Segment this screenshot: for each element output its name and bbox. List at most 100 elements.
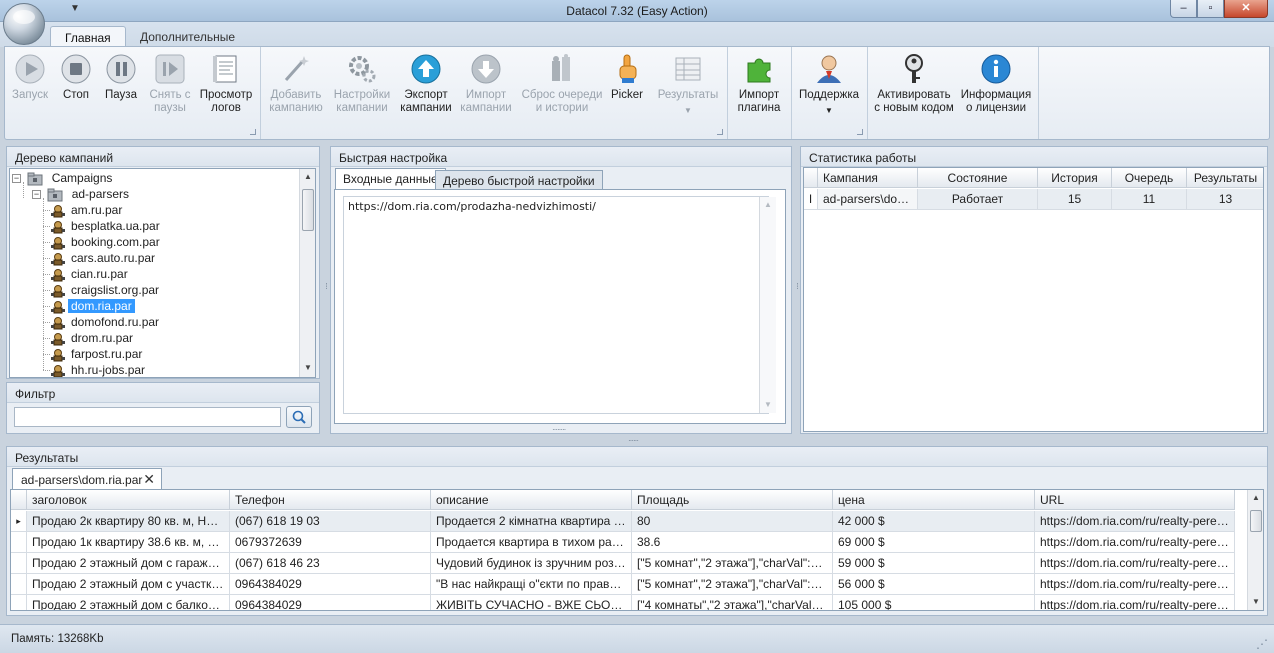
import-campaign-button[interactable]: Импорт кампании [459, 51, 513, 115]
tree-node-campaigns[interactable]: − Campaigns [12, 170, 115, 186]
results-col-header[interactable]: цена [833, 490, 1035, 510]
stats-cell-state[interactable]: Работает [918, 189, 1038, 210]
reset-queue-button[interactable]: Сброс очереди и истории [519, 51, 605, 115]
tree-node-ad-parsers[interactable]: − ad-parsers [32, 186, 132, 202]
group-launcher-icon[interactable] [250, 129, 256, 135]
tree-item[interactable]: cars.auto.ru.par [43, 250, 158, 266]
results-cell[interactable]: "В нас найкращі о"єкти по правильн... [431, 574, 632, 595]
input-scrollbar[interactable]: ▲ ▼ [759, 197, 776, 413]
stats-col-queue[interactable]: Очередь [1112, 168, 1187, 188]
results-cell[interactable]: https://dom.ria.com/ru/realty-perevir... [1035, 595, 1235, 610]
results-cell[interactable]: ЖИВІТЬ СУЧАСНО - ВЖЕ СЬОГОДНІ... [431, 595, 632, 610]
results-cell[interactable]: https://dom.ria.com/ru/realty-perevir... [1035, 511, 1235, 532]
stats-col-history[interactable]: История [1038, 168, 1112, 188]
application-menu-orb[interactable] [3, 3, 45, 45]
results-cell[interactable]: Продаю 2 этажный дом с балконом ... [27, 595, 230, 610]
results-cell[interactable]: (067) 618 46 23 [230, 553, 431, 574]
tree-item[interactable]: drom.ru.par [43, 330, 136, 346]
stats-cell-campaign[interactable]: ad-parsers\dom... [818, 189, 918, 210]
group-launcher-icon[interactable] [857, 129, 863, 135]
filter-search-button[interactable] [286, 406, 312, 428]
results-cell[interactable]: Чудовий будинок із зручним розташ... [431, 553, 632, 574]
tree-item[interactable]: am.ru.par [43, 202, 125, 218]
stats-cell-history[interactable]: 15 [1038, 189, 1112, 210]
results-cell[interactable]: https://dom.ria.com/ru/realty-perevir... [1035, 553, 1235, 574]
campaign-settings-button[interactable]: Настройки кампании [331, 51, 393, 115]
collapse-icon[interactable]: − [12, 174, 21, 184]
results-cell[interactable]: ["4 комнаты","2 этажа"],"charVal":4.... [632, 595, 833, 610]
panel-resize-grip[interactable]: ········ [552, 425, 566, 434]
view-logs-button[interactable]: Просмотр логов [199, 51, 253, 115]
horizontal-splitter[interactable]: ······ [628, 436, 639, 445]
results-cell[interactable]: 80 [632, 511, 833, 532]
results-col-header[interactable]: заголовок [27, 490, 230, 510]
scroll-down-icon[interactable]: ▼ [760, 397, 776, 413]
maximize-button[interactable]: ▫ [1197, 0, 1224, 18]
scroll-up-icon[interactable]: ▲ [760, 197, 776, 213]
stats-col-state[interactable]: Состояние [918, 168, 1038, 188]
license-info-button[interactable]: Информация о лицензии [960, 51, 1032, 115]
tab-additional[interactable]: Дополнительные [126, 26, 249, 47]
results-cell[interactable]: Продается квартира в тихом район... [431, 532, 632, 553]
results-cell[interactable]: 59 000 $ [833, 553, 1035, 574]
close-button[interactable]: ✕ [1224, 0, 1268, 18]
unpause-button[interactable]: Снять с паузы [145, 51, 195, 115]
picker-button[interactable]: Picker [607, 51, 647, 102]
results-cell[interactable]: 56 000 $ [833, 574, 1035, 595]
import-plugin-button[interactable]: Импорт плагина [734, 51, 784, 115]
export-campaign-button[interactable]: Экспорт кампании [399, 51, 453, 115]
tree-item[interactable]: cian.ru.par [43, 266, 131, 282]
tree-item[interactable]: hh.ru-jobs.par [43, 362, 148, 377]
results-cell[interactable]: 69 000 $ [833, 532, 1035, 553]
results-col-header[interactable]: URL [1035, 490, 1235, 510]
tree-item[interactable]: besplatka.ua.par [43, 218, 163, 234]
results-cell[interactable]: https://dom.ria.com/ru/realty-perevir... [1035, 574, 1235, 595]
results-cell[interactable]: 0679372639 [230, 532, 431, 553]
results-tab[interactable]: ad-parsers\dom.ria.par ✕ [12, 468, 162, 490]
results-cell[interactable]: (067) 618 19 03 [230, 511, 431, 532]
results-col-header[interactable]: Телефон [230, 490, 431, 510]
results-cell[interactable]: https://dom.ria.com/ru/realty-perevir... [1035, 532, 1235, 553]
stats-col-campaign[interactable]: Кампания [818, 168, 918, 188]
results-dropdown-button[interactable]: Результаты ▼ [653, 51, 723, 117]
results-scrollbar[interactable]: ▲ ▼ [1247, 490, 1263, 610]
tree-item[interactable]: booking.com.par [43, 234, 163, 250]
results-col-header[interactable]: описание [431, 490, 632, 510]
scroll-thumb[interactable] [302, 189, 314, 231]
scroll-down-icon[interactable]: ▼ [1248, 594, 1263, 610]
results-cell[interactable]: 38.6 [632, 532, 833, 553]
stats-cell-queue[interactable]: 11 [1112, 189, 1187, 210]
support-dropdown-button[interactable]: Поддержка ▼ [796, 51, 862, 117]
activate-button[interactable]: Активировать с новым кодом [874, 51, 954, 115]
stats-col-results[interactable]: Результаты [1187, 168, 1263, 188]
results-col-header[interactable]: Площадь [632, 490, 833, 510]
scroll-down-icon[interactable]: ▼ [300, 360, 315, 376]
results-cell[interactable]: 42 000 $ [833, 511, 1035, 532]
resize-grip-icon[interactable]: ⋰ [1256, 637, 1268, 651]
results-cell[interactable]: 0964384029 [230, 595, 431, 610]
collapse-icon[interactable]: − [32, 190, 41, 200]
tree-item[interactable]: domofond.ru.par [43, 314, 162, 330]
group-launcher-icon[interactable] [717, 129, 723, 135]
results-cell[interactable]: 105 000 $ [833, 595, 1035, 610]
results-cell[interactable]: Продается 2 кімнатна квартира в ... [431, 511, 632, 532]
tab-main[interactable]: Главная [50, 26, 126, 47]
scroll-up-icon[interactable]: ▲ [1248, 490, 1263, 506]
stats-cell-results[interactable]: 13 [1187, 189, 1263, 210]
results-cell[interactable]: Продаю 2 этажный дом с участком ... [27, 574, 230, 595]
stop-button[interactable]: Стоп [55, 51, 97, 102]
results-cell[interactable]: Продаю 2к квартиру 80 кв. м, Наро... [27, 511, 230, 532]
close-tab-icon[interactable]: ✕ [143, 471, 155, 488]
vertical-splitter[interactable]: ···· [322, 282, 331, 289]
tree-scrollbar[interactable]: ▲ ▼ [299, 169, 315, 377]
minimize-button[interactable]: – [1170, 0, 1197, 18]
scroll-thumb[interactable] [1250, 510, 1262, 532]
filter-input[interactable] [14, 407, 281, 427]
tab-input-data[interactable]: Входные данные [335, 168, 446, 190]
tree-item[interactable]: dom.ria.par [43, 298, 135, 314]
vertical-splitter[interactable]: ···· [793, 282, 802, 289]
tab-quick-settings-tree[interactable]: Дерево быстрой настройки [435, 170, 603, 190]
results-cell[interactable]: ["5 комнат","2 этажа"],"charVal":5,"g... [632, 574, 833, 595]
results-cell[interactable]: Продаю 2 этажный дом с гаражом и... [27, 553, 230, 574]
results-cell[interactable]: ["5 комнат","2 этажа"],"charVal":5,"g... [632, 553, 833, 574]
